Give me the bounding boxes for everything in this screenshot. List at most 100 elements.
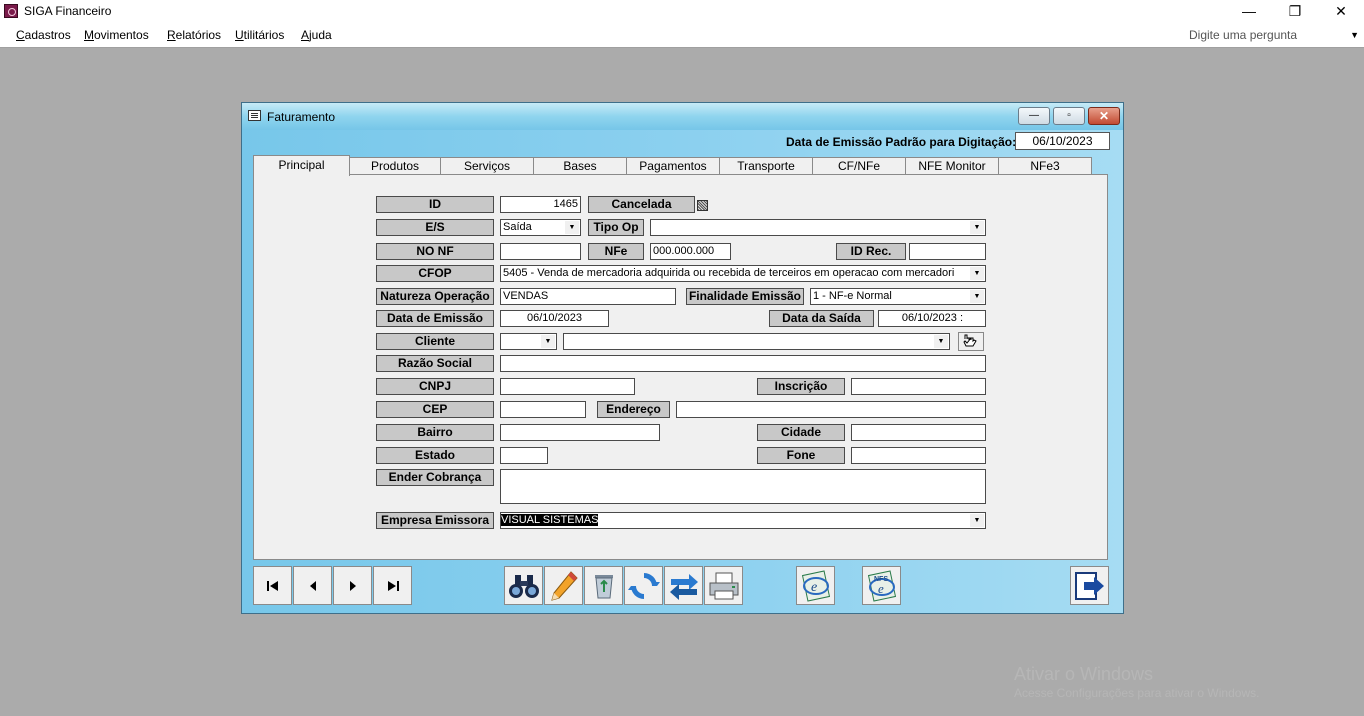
cidade-field[interactable] bbox=[851, 424, 986, 441]
id-field[interactable]: 1465 bbox=[500, 196, 581, 213]
chevron-down-icon[interactable]: ▼ bbox=[970, 267, 984, 280]
endereco-label: Endereço bbox=[597, 401, 670, 418]
menu-utilitarios[interactable]: Utilitários bbox=[235, 28, 284, 42]
delete-button[interactable] bbox=[584, 566, 623, 605]
nfe-field[interactable]: 000.000.000 bbox=[650, 243, 731, 260]
tab-bases[interactable]: Bases bbox=[533, 157, 627, 175]
data-emissao-field[interactable]: 06/10/2023 bbox=[500, 310, 609, 327]
empresa-emissora-select[interactable]: VISUAL SISTEMAS ▼ bbox=[500, 512, 986, 529]
restore-button[interactable]: ❐ bbox=[1272, 0, 1318, 23]
window-body: Data de Emissão Padrão para Digitação: 0… bbox=[242, 130, 1123, 613]
cep-field[interactable] bbox=[500, 401, 586, 418]
tab-nfe-monitor[interactable]: NFE Monitor bbox=[905, 157, 999, 175]
menu-cadastros[interactable]: Cadastros bbox=[16, 28, 71, 42]
form-icon bbox=[248, 110, 261, 121]
edit-button[interactable] bbox=[544, 566, 583, 605]
nfe-emit-button[interactable]: e bbox=[796, 566, 835, 605]
chevron-down-icon[interactable]: ▼ bbox=[934, 335, 948, 348]
client-lookup-button[interactable] bbox=[958, 332, 984, 351]
tab-principal[interactable]: Principal bbox=[253, 155, 350, 176]
ask-placeholder: Digite uma pergunta bbox=[1189, 28, 1298, 42]
cnpj-field[interactable] bbox=[500, 378, 635, 395]
refresh-icon bbox=[627, 572, 660, 599]
chevron-down-icon[interactable]: ▼ bbox=[541, 335, 555, 348]
estado-field[interactable] bbox=[500, 447, 548, 464]
svg-text:e: e bbox=[811, 580, 817, 595]
no-nf-field[interactable] bbox=[500, 243, 581, 260]
previous-record-button[interactable] bbox=[293, 566, 332, 605]
nfe-label: NFe bbox=[588, 243, 644, 260]
tipo-op-label: Tipo Op bbox=[588, 219, 644, 236]
menu-relatorios[interactable]: Relatórios bbox=[167, 28, 221, 42]
chevron-down-icon[interactable]: ▼ bbox=[565, 221, 579, 234]
tab-produtos[interactable]: Produtos bbox=[349, 157, 441, 175]
natureza-field[interactable]: VENDAS bbox=[500, 288, 676, 305]
menu-movimentos[interactable]: Movimentos bbox=[84, 28, 149, 42]
faturamento-window: Faturamento — ▫ ✕ Data de Emissão Padrão… bbox=[241, 102, 1124, 614]
data-saida-label: Data da Saída bbox=[769, 310, 874, 327]
chevron-down-icon[interactable]: ▼ bbox=[970, 221, 984, 234]
chevron-down-icon[interactable]: ▼ bbox=[970, 290, 984, 303]
ender-cobranca-field[interactable] bbox=[500, 469, 986, 504]
fone-label: Fone bbox=[757, 447, 845, 464]
window-minimize-button[interactable]: — bbox=[1018, 107, 1050, 125]
inscricao-label: Inscrição bbox=[757, 378, 845, 395]
menu-label: adastros bbox=[24, 28, 71, 42]
menu-mnemonic: A bbox=[301, 28, 310, 42]
chevron-down-icon[interactable]: ▼ bbox=[1350, 26, 1359, 44]
finalidade-select[interactable]: 1 - NF-e Normal ▼ bbox=[810, 288, 986, 305]
ask-question-input[interactable]: Digite uma pergunta ▼ bbox=[1184, 25, 1362, 45]
app-title-bar: SIGA Financeiro — ❐ ✕ bbox=[0, 0, 1364, 23]
tab-pagamentos[interactable]: Pagamentos bbox=[626, 157, 720, 175]
first-record-button[interactable] bbox=[253, 566, 292, 605]
previous-icon bbox=[309, 580, 316, 591]
window-maximize-button[interactable]: ▫ bbox=[1053, 107, 1085, 125]
tab-servicos[interactable]: Serviços bbox=[440, 157, 534, 175]
default-date-field[interactable]: 06/10/2023 bbox=[1015, 132, 1110, 150]
razao-social-field[interactable] bbox=[500, 355, 986, 372]
cfop-label: CFOP bbox=[376, 265, 494, 282]
cliente-label: Cliente bbox=[376, 333, 494, 350]
cliente-code-select[interactable]: ▼ bbox=[500, 333, 557, 350]
menu-ajuda[interactable]: Ajuda bbox=[301, 28, 332, 42]
cancelada-checkbox[interactable] bbox=[697, 200, 708, 211]
tab-cf-nfe-vinculados[interactable]: CF/NFe Vinculados bbox=[812, 157, 906, 190]
tab-transporte[interactable]: Transporte bbox=[719, 157, 813, 175]
search-button[interactable] bbox=[504, 566, 543, 605]
id-rec-field[interactable] bbox=[909, 243, 986, 260]
hand-pointer-icon bbox=[963, 334, 977, 347]
next-record-button[interactable] bbox=[333, 566, 372, 605]
data-saida-field[interactable]: 06/10/2023 : bbox=[878, 310, 986, 327]
menu-mnemonic: U bbox=[235, 28, 244, 42]
last-record-button[interactable] bbox=[373, 566, 412, 605]
app-key-icon bbox=[4, 4, 18, 18]
finalidade-value: 1 - NF-e Normal bbox=[813, 290, 892, 302]
endereco-field[interactable] bbox=[676, 401, 986, 418]
window-close-button[interactable]: ✕ bbox=[1088, 107, 1120, 125]
transfer-arrows-icon bbox=[669, 573, 698, 600]
nfse-button[interactable]: NFS e bbox=[862, 566, 901, 605]
fone-field[interactable] bbox=[851, 447, 986, 464]
bairro-label: Bairro bbox=[376, 424, 494, 441]
cfop-value: 5405 - Venda de mercadoria adquirida ou … bbox=[503, 267, 955, 279]
window-title-bar: Faturamento — ▫ ✕ bbox=[242, 103, 1123, 130]
default-date-label: Data de Emissão Padrão para Digitação: bbox=[786, 135, 1017, 149]
close-button[interactable]: ✕ bbox=[1318, 0, 1364, 23]
refresh-button[interactable] bbox=[624, 566, 663, 605]
transfer-button[interactable] bbox=[664, 566, 703, 605]
exit-button[interactable] bbox=[1070, 566, 1109, 605]
chevron-down-icon[interactable]: ▼ bbox=[970, 514, 984, 527]
activation-watermark-text: Acesse Configurações para ativar o Windo… bbox=[1014, 686, 1260, 700]
minimize-button[interactable]: — bbox=[1226, 0, 1272, 23]
es-select[interactable]: Saída ▼ bbox=[500, 219, 581, 236]
data-emissao-label: Data de Emissão bbox=[376, 310, 494, 327]
tab-nfe3[interactable]: NFe3 bbox=[998, 157, 1092, 175]
no-nf-label: NO NF bbox=[376, 243, 494, 260]
cfop-select[interactable]: 5405 - Venda de mercadoria adquirida ou … bbox=[500, 265, 986, 282]
bairro-field[interactable] bbox=[500, 424, 660, 441]
cliente-name-select[interactable]: ▼ bbox=[563, 333, 950, 350]
tipo-op-select[interactable]: ▼ bbox=[650, 219, 986, 236]
inscricao-field[interactable] bbox=[851, 378, 986, 395]
print-button[interactable] bbox=[704, 566, 743, 605]
printer-icon bbox=[709, 572, 738, 599]
